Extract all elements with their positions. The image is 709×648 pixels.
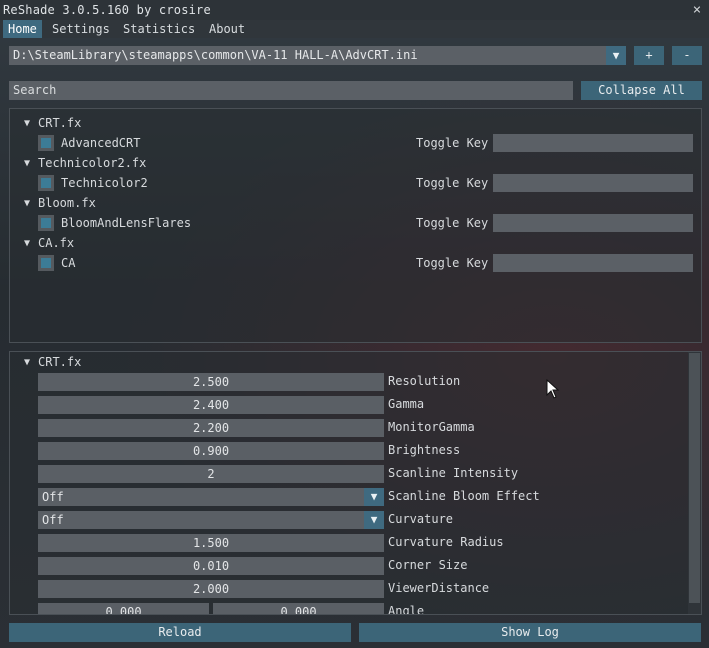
technique-checkbox[interactable] — [38, 135, 54, 151]
curvature-dropdown[interactable]: Off ▼ — [38, 511, 384, 529]
effect-file-name[interactable]: CRT.fx — [38, 116, 81, 130]
tab-statistics[interactable]: Statistics — [118, 20, 200, 38]
toggle-key-label: Toggle Key — [416, 176, 489, 190]
add-preset-button[interactable]: + — [634, 46, 664, 65]
toggle-key-input[interactable] — [493, 174, 693, 192]
expand-arrow-icon[interactable]: ▼ — [24, 357, 30, 368]
technique-name[interactable]: AdvancedCRT — [61, 136, 140, 150]
variable-label: Brightness — [388, 443, 461, 457]
technique-list: ▼ CRT.fx AdvancedCRT Toggle Key ▼ Techni… — [9, 108, 702, 343]
expand-arrow-icon[interactable]: ▼ — [24, 238, 30, 249]
preset-path: D:\SteamLibrary\steamapps\common\VA-11 H… — [13, 48, 418, 62]
dropdown-value: Off — [42, 513, 64, 527]
collapse-all-button[interactable]: Collapse All — [581, 81, 702, 100]
tab-settings[interactable]: Settings — [47, 20, 115, 38]
variable-label: Corner Size — [388, 558, 468, 572]
tab-home[interactable]: Home — [3, 20, 42, 38]
variable-label: MonitorGamma — [388, 420, 475, 434]
window-title: ReShade 3.0.5.160 by crosire — [3, 3, 211, 17]
monitor-gamma-slider[interactable]: 2.200 — [38, 419, 384, 437]
technique-checkbox[interactable] — [38, 255, 54, 271]
chevron-down-icon[interactable]: ▼ — [364, 511, 384, 529]
technique-name[interactable]: Technicolor2 — [61, 176, 148, 190]
expand-arrow-icon[interactable]: ▼ — [24, 118, 30, 129]
toggle-key-label: Toggle Key — [416, 216, 489, 230]
variable-label: Angle — [388, 604, 425, 615]
brightness-slider[interactable]: 0.900 — [38, 442, 384, 460]
technique-name[interactable]: CA — [61, 256, 75, 270]
toggle-key-label: Toggle Key — [416, 136, 489, 150]
toggle-key-input[interactable] — [493, 134, 693, 152]
preset-select[interactable]: D:\SteamLibrary\steamapps\common\VA-11 H… — [9, 46, 626, 65]
mouse-cursor-icon — [546, 379, 560, 399]
scrollbar[interactable] — [688, 352, 701, 614]
variable-label: ViewerDistance — [388, 581, 490, 595]
variable-editor: ▼ CRT.fx 2.500 Resolution 2.400 Gamma 2.… — [9, 351, 702, 615]
angle-x-slider[interactable]: 0.000 — [38, 603, 209, 614]
expand-arrow-icon[interactable]: ▼ — [24, 158, 30, 169]
technique-name[interactable]: BloomAndLensFlares — [61, 216, 191, 230]
variable-label: Scanline Intensity — [388, 466, 519, 480]
viewer-distance-slider[interactable]: 2.000 — [38, 580, 384, 598]
angle-y-slider[interactable]: 0.000 — [213, 603, 384, 614]
technique-checkbox[interactable] — [38, 215, 54, 231]
corner-size-slider[interactable]: 0.010 — [38, 557, 384, 575]
scrollbar-thumb[interactable] — [689, 353, 700, 603]
remove-preset-button[interactable]: - — [672, 46, 702, 65]
search-input[interactable]: Search — [9, 81, 573, 100]
variable-label: Scanline Bloom Effect — [388, 489, 540, 503]
resolution-slider[interactable]: 2.500 — [38, 373, 384, 391]
variable-label: Curvature Radius — [388, 535, 504, 549]
toggle-key-input[interactable] — [493, 214, 693, 232]
curvature-radius-slider[interactable]: 1.500 — [38, 534, 384, 552]
toggle-key-label: Toggle Key — [416, 256, 489, 270]
dropdown-value: Off — [42, 490, 64, 504]
variable-label: Resolution — [388, 374, 461, 388]
chevron-down-icon[interactable]: ▼ — [364, 488, 384, 506]
tab-about[interactable]: About — [204, 20, 250, 38]
gamma-slider[interactable]: 2.400 — [38, 396, 384, 414]
effect-file-name[interactable]: Technicolor2.fx — [38, 156, 146, 170]
section-title[interactable]: CRT.fx — [38, 355, 81, 369]
toggle-key-input[interactable] — [493, 254, 693, 272]
variable-label: Curvature — [388, 512, 454, 526]
variable-label: Gamma — [388, 397, 425, 411]
effect-file-name[interactable]: CA.fx — [38, 236, 74, 250]
chevron-down-icon[interactable]: ▼ — [606, 46, 626, 65]
reshade-window: ReShade 3.0.5.160 by crosire × Home Sett… — [0, 0, 709, 648]
technique-checkbox[interactable] — [38, 175, 54, 191]
close-icon[interactable]: × — [687, 0, 707, 20]
scanline-bloom-dropdown[interactable]: Off ▼ — [38, 488, 384, 506]
scanline-intensity-slider[interactable]: 2 — [38, 465, 384, 483]
show-log-button[interactable]: Show Log — [359, 623, 701, 642]
title-bar[interactable]: ReShade 3.0.5.160 by crosire × — [0, 0, 709, 20]
effect-file-name[interactable]: Bloom.fx — [38, 196, 96, 210]
reload-button[interactable]: Reload — [9, 623, 351, 642]
expand-arrow-icon[interactable]: ▼ — [24, 198, 30, 209]
tab-bar: Home Settings Statistics About — [0, 20, 709, 38]
